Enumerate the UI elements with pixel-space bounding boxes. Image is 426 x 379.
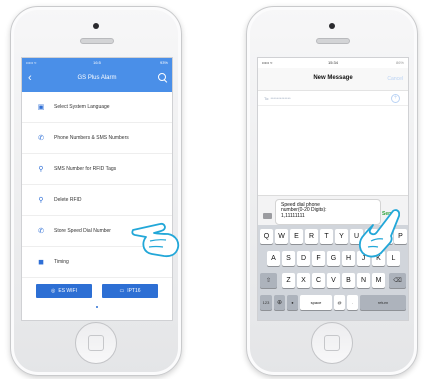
key-f[interactable]: F [312, 251, 325, 266]
key-b[interactable]: B [342, 273, 355, 288]
battery-icon: 86% [395, 60, 404, 65]
key-a[interactable]: A [267, 251, 280, 266]
menu-item-rfid-sms[interactable]: ⚲ SMS Number for RFID Tags [22, 154, 172, 185]
phone-icon: ✆ [38, 135, 44, 142]
menu-item-label: SMS Number for RFID Tags [54, 166, 117, 172]
home-button[interactable] [75, 322, 117, 364]
menu-item-timing[interactable]: ◼ Timing [22, 247, 172, 278]
button-label: IPT16 [127, 288, 141, 294]
ipt16-button[interactable]: ▭ IPT16 [102, 284, 158, 298]
menu-item-label: Select System Language [54, 104, 110, 110]
menu-item-speed-dial[interactable]: ✆ Store Speed Dial Number [22, 216, 172, 247]
button-label: ES WIFI [58, 288, 77, 294]
add-contact-icon[interactable]: + [391, 94, 400, 103]
es-wifi-button[interactable]: ◎ ES WIFI [36, 284, 92, 298]
key-s[interactable]: S [282, 251, 295, 266]
recipient-label: To: ************* [264, 96, 291, 101]
language-icon: ▣ [37, 104, 45, 111]
recipient-field[interactable]: To: ************* + [258, 91, 408, 106]
period-key[interactable]: . [347, 295, 358, 310]
menu-item-label: Delete RFID [54, 197, 82, 203]
key-q[interactable]: Q [260, 229, 273, 244]
key-m[interactable]: M [372, 273, 385, 288]
key-n[interactable]: N [357, 273, 370, 288]
footer-bar: ◎ ES WIFI ▭ IPT16 [22, 282, 172, 320]
menu-item-delete-rfid[interactable]: ⚲ Delete RFID [22, 185, 172, 216]
microphone-key-icon[interactable]: ● [287, 295, 298, 310]
menu-item-language[interactable]: ▣ Select System Language [22, 92, 172, 123]
rfid-icon: ⚲ [38, 166, 44, 173]
send-button[interactable]: Send [382, 211, 394, 217]
app-header: ••••• ≈ 16:5 93% ‹ GS Plus Alarm [22, 58, 172, 92]
key-v[interactable]: V [327, 273, 340, 288]
keyboard: Q W E R T Y U I O P A S D F G H J K L ⇧ … [258, 225, 408, 320]
menu-item-phone-numbers[interactable]: ✆ Phone Numbers & SMS Numbers [22, 123, 172, 154]
right-screen: ••••• ≈ 15:34 86% New Message Cancel To:… [257, 57, 409, 321]
key-t[interactable]: T [320, 229, 333, 244]
menu-item-label: Phone Numbers & SMS Numbers [54, 135, 129, 141]
message-input[interactable]: Speed dial phone number(0-20 Digits): 1,… [275, 199, 381, 225]
front-camera [93, 23, 99, 29]
status-time: 16:5 [93, 60, 101, 65]
return-key[interactable]: return [360, 295, 406, 310]
home-button[interactable] [311, 322, 353, 364]
page-title: New Message [313, 75, 353, 81]
left-phone: ••••• ≈ 16:5 93% ‹ GS Plus Alarm ▣ Selec… [10, 6, 182, 376]
cancel-button[interactable]: Cancel [387, 76, 403, 82]
compose-bar: Speed dial phone number(0-20 Digits): 1,… [258, 195, 408, 226]
globe-key-icon[interactable]: ⊕ [274, 295, 285, 310]
key-r[interactable]: R [305, 229, 318, 244]
right-phone: ••••• ≈ 15:34 86% New Message Cancel To:… [246, 6, 418, 376]
key-z[interactable]: Z [282, 273, 295, 288]
status-time: 15:34 [327, 60, 338, 65]
search-icon[interactable] [158, 73, 166, 81]
keyboard-row-1: Q W E R T Y U I O P [258, 229, 408, 245]
status-bar: ••••• ≈ 16:5 93% [22, 60, 172, 68]
camera-icon: ▭ [119, 288, 125, 294]
menu-item-label: Timing [54, 259, 69, 265]
earpiece-speaker [80, 38, 114, 44]
settings-menu: ▣ Select System Language ✆ Phone Numbers… [22, 92, 172, 278]
key-i[interactable]: I [365, 229, 378, 244]
space-key[interactable]: space [300, 295, 332, 310]
key-o[interactable]: O [380, 229, 393, 244]
page-title: GS Plus Alarm [77, 75, 117, 81]
phone-icon: ✆ [38, 228, 44, 235]
wifi-icon: ◎ [51, 288, 56, 294]
key-c[interactable]: C [312, 273, 325, 288]
key-y[interactable]: Y [335, 229, 348, 244]
keyboard-row-3: ⇧ Z X C V B N M ⌫ [258, 273, 408, 289]
battery-icon: 93% [159, 60, 168, 65]
key-h[interactable]: H [342, 251, 355, 266]
key-w[interactable]: W [275, 229, 288, 244]
key-p[interactable]: P [394, 229, 407, 244]
message-text: Speed dial phone number(0-20 Digits): 1,… [281, 202, 327, 219]
numbers-key[interactable]: 123 [260, 295, 272, 310]
backspace-key-icon[interactable]: ⌫ [389, 273, 406, 288]
page-indicator-dot [96, 306, 98, 308]
delete-rfid-icon: ⚲ [38, 197, 44, 204]
status-bar: ••••• ≈ 15:34 86% [258, 60, 408, 68]
keyboard-row-2: A S D F G H J K L [258, 251, 408, 267]
key-g[interactable]: G [327, 251, 340, 266]
left-screen: ••••• ≈ 16:5 93% ‹ GS Plus Alarm ▣ Selec… [21, 57, 173, 321]
key-x[interactable]: X [297, 273, 310, 288]
key-u[interactable]: U [350, 229, 363, 244]
key-d[interactable]: D [297, 251, 310, 266]
message-nav-bar: New Message Cancel [258, 68, 408, 91]
earpiece-speaker [316, 38, 350, 44]
key-l[interactable]: L [387, 251, 400, 266]
key-e[interactable]: E [290, 229, 303, 244]
timer-icon: ◼ [38, 259, 44, 266]
at-key[interactable]: @ [334, 295, 345, 310]
menu-item-label: Store Speed Dial Number [54, 228, 111, 234]
front-camera [329, 23, 335, 29]
key-j[interactable]: J [357, 251, 370, 266]
shift-key-icon[interactable]: ⇧ [260, 273, 277, 288]
key-k[interactable]: K [372, 251, 385, 266]
keyboard-row-4: 123 ⊕ ● space @ . return [258, 295, 408, 311]
camera-icon[interactable] [263, 213, 272, 219]
